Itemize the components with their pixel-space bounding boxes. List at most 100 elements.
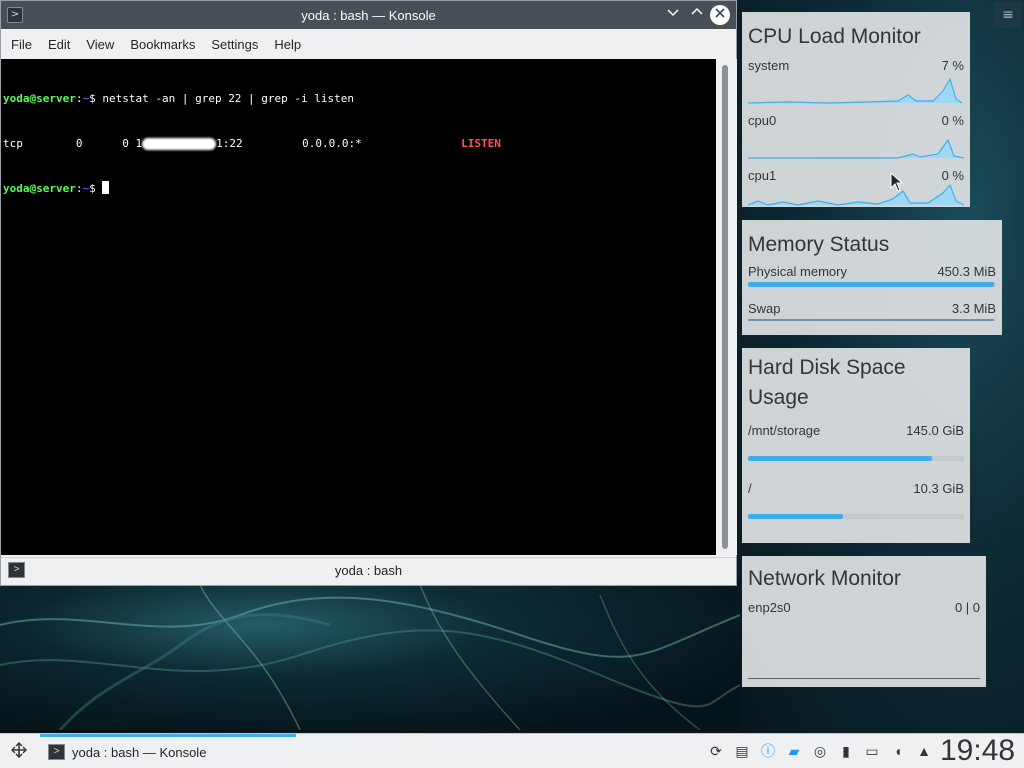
- memory-label: Physical memory: [748, 264, 847, 279]
- desktop-toolbox-button[interactable]: ≡: [994, 2, 1022, 28]
- prompt-dollar: $: [89, 182, 103, 195]
- storage-usage-bar: [748, 456, 964, 461]
- disk-row-storage: /mnt/storage 145.0 GiB: [748, 423, 964, 438]
- disk-value: 10.3 GiB: [913, 481, 964, 496]
- disk-label: /mnt/storage: [748, 423, 821, 438]
- usb-device-icon[interactable]: ▮: [836, 741, 856, 761]
- redacted-address: [142, 138, 217, 150]
- memory-widget-title: Memory Status: [748, 233, 890, 256]
- chevron-down-icon: [667, 9, 679, 17]
- disk-value: 145.0 GiB: [906, 423, 964, 438]
- output-proto: tcp 0 0: [3, 137, 136, 150]
- network-value: 0 | 0: [954, 600, 980, 615]
- updates-icon[interactable]: ⟳: [706, 741, 726, 761]
- cpu-label: cpu1: [748, 168, 777, 183]
- menu-view[interactable]: View: [78, 37, 122, 52]
- disk-label: /: [748, 481, 752, 496]
- cpu-label: cpu0: [748, 113, 777, 128]
- root-usage-fill: [748, 514, 844, 519]
- info-icon[interactable]: ⓘ: [758, 741, 778, 761]
- memory-label: Swap: [748, 301, 781, 316]
- disk-row-root: / 10.3 GiB: [748, 481, 964, 496]
- cpu0-graph: [748, 138, 964, 159]
- terminal-scrollbar[interactable]: [716, 59, 737, 555]
- terminal-area[interactable]: yoda@server:~$ netstat -an | grep 22 | g…: [1, 59, 716, 555]
- network-monitor-widget: Network Monitor enp2s0 0 | 0: [742, 556, 986, 687]
- terminal-icon: >: [48, 744, 65, 760]
- memory-value: 3.3 MiB: [951, 301, 996, 316]
- cpu-widget-title: CPU Load Monitor: [748, 25, 921, 48]
- cpu-value: 0 %: [941, 168, 964, 183]
- menu-edit[interactable]: Edit: [40, 37, 78, 52]
- output-local-prefix: 1: [135, 137, 143, 150]
- menu-file[interactable]: File: [3, 37, 40, 52]
- physical-memory-fill: [748, 282, 994, 287]
- window-title: yoda : bash — Konsole: [301, 7, 436, 23]
- command-text: netstat -an | grep 22 | grep -i listen: [102, 92, 355, 105]
- system-tray: ⟳ ▤ ⓘ ▰ ◎ ▮ ▭ ◖ ▲: [706, 741, 934, 761]
- maximize-button[interactable]: [687, 5, 707, 25]
- cpu-label: system: [748, 58, 790, 73]
- disk-usage-widget: Hard Disk Space Usage /mnt/storage 145.0 …: [742, 348, 970, 543]
- minimize-button[interactable]: [663, 5, 683, 25]
- terminal-icon[interactable]: >: [7, 7, 23, 23]
- memory-row-physical: Physical memory 450.3 MiB: [748, 264, 996, 279]
- task-konsole[interactable]: > yoda : bash — Konsole: [40, 734, 296, 768]
- network-wired-icon[interactable]: ▭: [862, 741, 882, 761]
- cpu-system-graph: [748, 77, 964, 104]
- disk-widget-title: Hard Disk Space Usage: [748, 353, 964, 413]
- terminal-command-line: yoda@server:~$ netstat -an | grep 22 | g…: [3, 91, 714, 106]
- menu-settings[interactable]: Settings: [203, 37, 266, 52]
- expand-tray-icon[interactable]: ▲: [914, 741, 934, 761]
- swap-bar: [748, 319, 996, 321]
- output-state: LISTEN: [461, 137, 501, 150]
- close-button[interactable]: [710, 5, 730, 25]
- prompt-user: yoda@server: [3, 182, 76, 195]
- cpu-value: 0 %: [941, 113, 964, 128]
- prompt-dollar: $: [89, 92, 103, 105]
- application-launcher-icon[interactable]: [8, 740, 30, 762]
- cpu-load-widget: CPU Load Monitor system 7 % cpu0 0 % cpu…: [742, 12, 970, 207]
- close-icon: [715, 8, 725, 18]
- cpu-row-cpu0: cpu0 0 %: [748, 113, 964, 128]
- panel-taskbar: > yoda : bash — Konsole ⟳ ▤ ⓘ ▰ ◎ ▮ ▭ ◖ …: [0, 733, 1024, 768]
- terminal-prompt-line: yoda@server:~$: [3, 181, 714, 196]
- menu-help[interactable]: Help: [266, 37, 309, 52]
- clipboard-icon[interactable]: ▤: [732, 741, 752, 761]
- physical-memory-bar: [748, 282, 996, 287]
- cpu-row-system: system 7 %: [748, 58, 964, 73]
- memory-row-swap: Swap 3.3 MiB: [748, 301, 996, 316]
- menu-bookmarks[interactable]: Bookmarks: [122, 37, 203, 52]
- cpu-row-cpu1: cpu1 0 %: [748, 168, 964, 183]
- volume-icon[interactable]: ◖: [888, 741, 908, 761]
- window-titlebar[interactable]: > yoda : bash — Konsole: [1, 1, 736, 29]
- digital-clock[interactable]: 19:48: [940, 734, 1015, 768]
- text-cursor: [102, 181, 110, 194]
- swap-fill: [748, 319, 994, 321]
- disk-title-line2: Usage: [748, 386, 809, 409]
- memory-status-widget: Memory Status Physical memory 450.3 MiB …: [742, 220, 1002, 335]
- menu-bar: File Edit View Bookmarks Settings Help: [1, 29, 736, 59]
- task-label: yoda : bash — Konsole: [72, 745, 207, 760]
- root-usage-bar: [748, 514, 964, 519]
- mouse-pointer-icon: [890, 172, 904, 192]
- network-row-iface: enp2s0 0 | 0: [748, 600, 980, 615]
- storage-usage-fill: [748, 456, 932, 461]
- memory-value: 450.3 MiB: [937, 264, 996, 279]
- launcher-arrows-icon: [11, 742, 27, 758]
- network-widget-title: Network Monitor: [748, 567, 901, 590]
- tab-yoda-bash[interactable]: yoda : bash: [1, 563, 736, 578]
- konsole-window: > yoda : bash — Konsole File Edit View B…: [0, 0, 737, 586]
- prompt-user: yoda@server: [3, 92, 76, 105]
- cpu-value: 7 %: [941, 58, 964, 73]
- wallpaper-roots: [0, 585, 740, 730]
- chevron-up-icon: [691, 7, 703, 15]
- network-iface-label: enp2s0: [748, 600, 791, 615]
- terminal-output-line: tcp 0 0 1 1:22 0.0.0.0:* LISTEN: [3, 136, 714, 151]
- notifications-icon[interactable]: ▰: [784, 741, 804, 761]
- network-vault-icon[interactable]: ◎: [810, 741, 830, 761]
- cpu1-graph: [748, 183, 964, 206]
- disk-title-line1: Hard Disk Space: [748, 356, 906, 379]
- network-graph-baseline: [748, 678, 980, 679]
- scrollbar-thumb[interactable]: [722, 65, 728, 549]
